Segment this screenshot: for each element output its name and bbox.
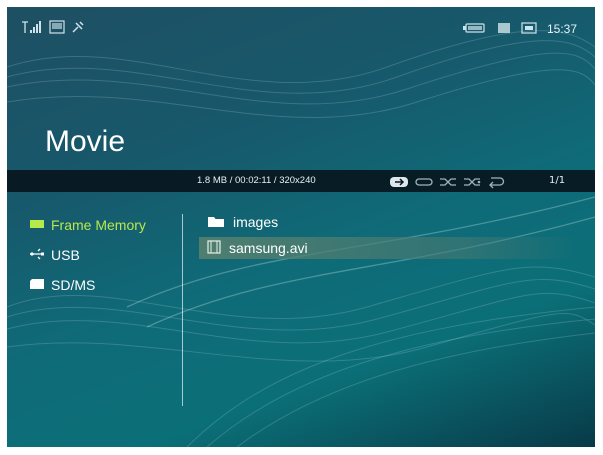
battery-icon bbox=[462, 19, 487, 38]
page-title: Movie bbox=[45, 125, 126, 158]
info-bar: 1.8 MB / 00:02:11 / 320x240 1/1 bbox=[7, 170, 595, 192]
screen-frame: 15:37 Movie 1.8 MB / 00:02:11 / 320x240 bbox=[7, 7, 595, 447]
sidebar-item-frame-memory[interactable]: Frame Memory bbox=[29, 214, 146, 236]
folder-icon bbox=[207, 214, 225, 231]
pc-icon bbox=[49, 19, 65, 38]
page-indicator: 1/1 bbox=[549, 175, 566, 186]
usb-icon bbox=[29, 247, 45, 263]
shuffle-icon[interactable] bbox=[439, 174, 457, 193]
signal-icon bbox=[21, 19, 43, 38]
sidebar-item-usb[interactable]: USB bbox=[29, 244, 146, 266]
sidebar-item-sd-ms[interactable]: SD/MS bbox=[29, 274, 146, 296]
memory-card-icon bbox=[497, 19, 511, 38]
list-item-images[interactable]: images bbox=[199, 211, 579, 233]
file-name: images bbox=[233, 214, 279, 230]
status-bar: 15:37 bbox=[7, 7, 595, 45]
sidebar-divider bbox=[182, 214, 183, 406]
status-left-icons bbox=[21, 19, 85, 38]
frame-memory-icon bbox=[29, 217, 45, 233]
sidebar: Frame Memory USB SD/MS bbox=[29, 214, 146, 304]
sidebar-item-label: USB bbox=[51, 247, 80, 263]
return-icon[interactable] bbox=[487, 174, 505, 193]
clock-time: 15:37 bbox=[546, 21, 577, 36]
repeat-one-icon[interactable] bbox=[389, 174, 409, 193]
shuffle-all-icon[interactable] bbox=[463, 174, 481, 193]
file-list: images samsung.avi bbox=[199, 211, 579, 263]
playback-mode-icons bbox=[389, 174, 505, 193]
repeat-all-icon[interactable] bbox=[415, 174, 433, 193]
file-name: samsung.avi bbox=[229, 240, 308, 256]
sidebar-item-label: Frame Memory bbox=[51, 217, 146, 233]
connection-icon bbox=[71, 19, 85, 38]
sidebar-item-label: SD/MS bbox=[51, 277, 96, 293]
film-icon bbox=[207, 239, 221, 257]
usb-device-icon bbox=[521, 19, 537, 38]
file-info: 1.8 MB / 00:02:11 / 320x240 bbox=[197, 175, 316, 186]
status-right-icons: 15:37 bbox=[462, 19, 577, 38]
list-item-samsung-avi[interactable]: samsung.avi bbox=[199, 237, 579, 259]
sd-card-icon bbox=[29, 277, 45, 293]
